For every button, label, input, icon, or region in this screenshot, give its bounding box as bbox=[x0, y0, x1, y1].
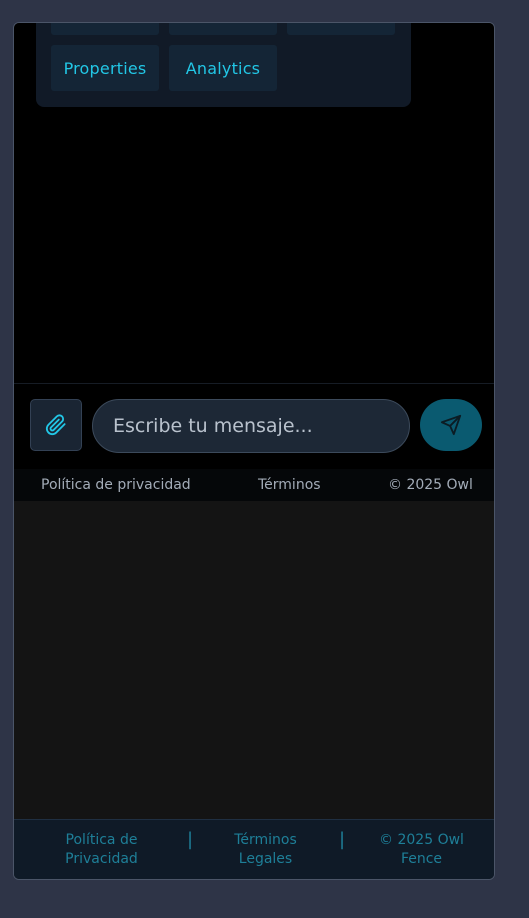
terms-line-1: Términos bbox=[234, 832, 297, 848]
quick-action-chip[interactable] bbox=[169, 23, 277, 35]
footer-copyright: © 2025 Owl Fence bbox=[364, 831, 479, 869]
copyright-text: © 2025 Owl bbox=[388, 477, 473, 493]
chat-area: Properties Analytics bbox=[14, 23, 494, 383]
send-icon bbox=[440, 414, 462, 436]
quick-action-chip[interactable] bbox=[51, 23, 159, 35]
privacy-line-2: Privacidad bbox=[65, 851, 138, 867]
message-composer bbox=[14, 383, 494, 469]
copyright-line-1: © 2025 Owl bbox=[379, 832, 464, 848]
privacy-link[interactable]: Política de privacidad bbox=[41, 477, 191, 493]
properties-chip[interactable]: Properties bbox=[51, 45, 159, 91]
quick-actions-panel: Properties Analytics bbox=[36, 23, 411, 107]
terms-link[interactable]: Términos bbox=[258, 477, 321, 493]
send-button[interactable] bbox=[420, 399, 482, 451]
footer-separator: | bbox=[187, 829, 194, 850]
footer-separator: | bbox=[339, 829, 346, 850]
app-window: Properties Analytics Política de privaci… bbox=[13, 22, 495, 880]
copyright-line-2: Fence bbox=[400, 851, 443, 867]
quick-action-chip[interactable] bbox=[287, 23, 395, 35]
privacy-line-1: Política de bbox=[65, 832, 138, 848]
paperclip-icon bbox=[45, 414, 66, 436]
page-footer: Política de Privacidad | Términos Legale… bbox=[14, 819, 494, 879]
message-input[interactable] bbox=[92, 399, 410, 453]
compact-footer: Política de privacidad Términos © 2025 O… bbox=[14, 469, 494, 501]
privacy-policy-link[interactable]: Política de Privacidad bbox=[44, 831, 159, 869]
legal-terms-link[interactable]: Términos Legales bbox=[208, 831, 323, 869]
terms-line-2: Legales bbox=[238, 851, 293, 867]
analytics-chip[interactable]: Analytics bbox=[169, 45, 277, 91]
attach-button[interactable] bbox=[30, 399, 82, 451]
